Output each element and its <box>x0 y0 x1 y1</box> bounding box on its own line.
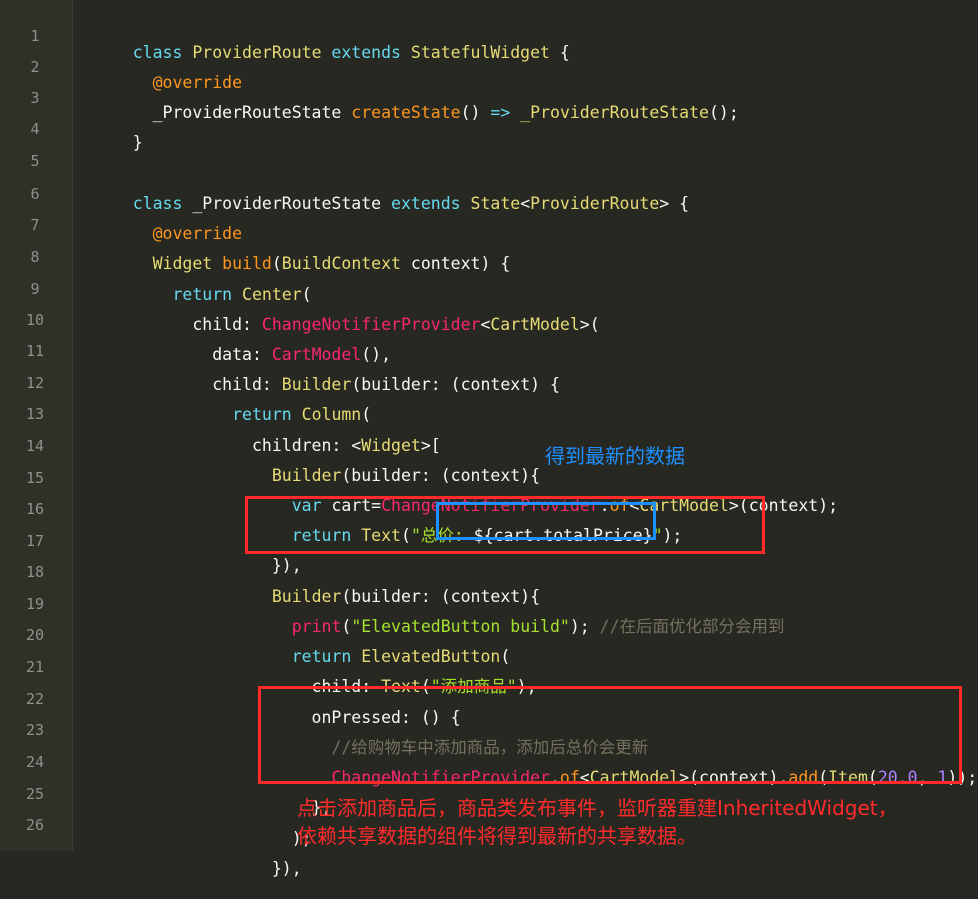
code-editor: 1 2 3 4 5 6 7 8 9 10 11 12 13 14 15 16 17 18 19 20 21 22 23 24 2… <box>0 0 978 878</box>
token: ); <box>569 617 600 636</box>
line-number: 13 <box>25 405 45 423</box>
annotation-note-blue: 得到最新的数据 <box>545 444 685 468</box>
token: extends <box>321 43 411 62</box>
token: } <box>132 133 143 152</box>
line-number: 25 <box>25 785 45 803</box>
token: >( <box>579 315 600 334</box>
line-number: 5 <box>30 152 40 170</box>
line-number: 8 <box>30 248 40 266</box>
token: ProviderRoute <box>530 194 660 213</box>
token: context) { <box>401 254 511 273</box>
line-number: 26 <box>25 816 45 834</box>
annotation-note-red-line2: 依赖共享数据的组件将得到最新的共享数据。 <box>297 824 697 848</box>
line-number: 2 <box>30 58 40 76</box>
token: => <box>490 103 511 122</box>
token: _ProviderRouteState <box>132 103 352 122</box>
code-line-4: } <box>93 113 143 173</box>
line-number: 23 <box>25 721 45 739</box>
line-number: 10 <box>25 311 45 329</box>
token: StatefulWidget <box>410 43 550 62</box>
token: _ProviderRouteState <box>520 103 709 122</box>
line-number: 14 <box>25 437 45 455</box>
code-line-28: }), <box>93 839 302 899</box>
token: State <box>470 194 521 213</box>
line-number: 15 <box>25 469 45 487</box>
line-number: 12 <box>25 374 45 392</box>
token: CartModel <box>490 315 580 334</box>
token: < <box>480 315 491 334</box>
code-line-3: _ProviderRouteState createState() => _Pr… <box>93 83 739 143</box>
line-number-gutter: 1 2 3 4 5 6 7 8 9 10 11 12 13 14 15 16 17 18 19 20 21 22 23 24 2… <box>0 0 73 851</box>
line-number: 4 <box>30 120 40 138</box>
token: > { <box>659 194 690 213</box>
annotation-note-red-line1: 点击添加商品后，商品类发布事件，监听器重建InheritedWidget， <box>297 796 898 820</box>
line-number: 16 <box>25 500 45 518</box>
token: < <box>520 194 531 213</box>
line-number: 11 <box>25 342 45 360</box>
line-number: 20 <box>25 626 45 644</box>
token: extends <box>381 194 471 213</box>
line-number: 9 <box>30 280 40 298</box>
line-number: 21 <box>25 658 45 676</box>
token: //在后面优化部分会用到 <box>599 617 785 636</box>
token: { <box>549 43 570 62</box>
highlight-box-blue <box>436 502 656 540</box>
token: }), <box>132 859 302 878</box>
line-number: 3 <box>30 89 40 107</box>
token: createState <box>351 103 461 122</box>
line-number: 18 <box>25 563 45 581</box>
highlight-box-red-2 <box>258 686 962 784</box>
line-number: 7 <box>30 216 40 234</box>
line-number: 1 <box>30 27 40 45</box>
line-number: 6 <box>30 185 40 203</box>
token: (builder: (context) { <box>351 375 560 394</box>
line-number: 22 <box>25 690 45 708</box>
line-number: 17 <box>25 532 45 550</box>
token: () <box>460 103 491 122</box>
token: (); <box>708 103 739 122</box>
line-number: 24 <box>25 753 45 771</box>
line-number: 19 <box>25 595 45 613</box>
